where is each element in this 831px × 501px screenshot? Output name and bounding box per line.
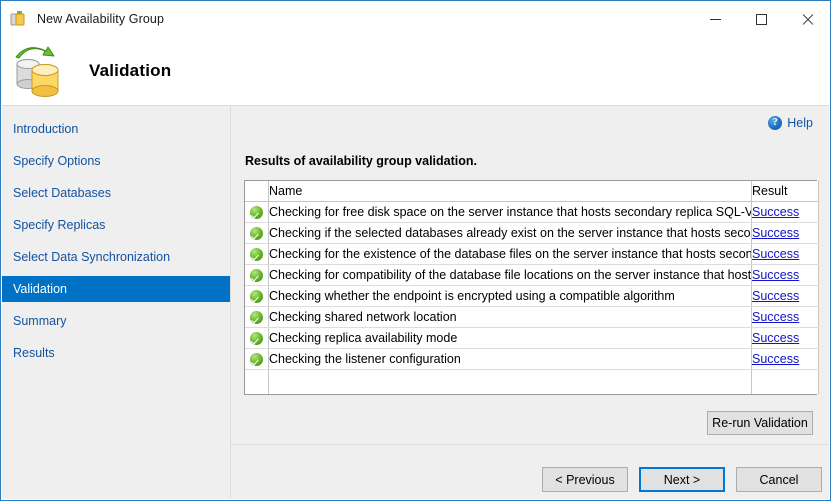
table-empty-row: [245, 370, 819, 395]
result-link[interactable]: Success: [752, 226, 799, 240]
row-result-cell: Success: [752, 223, 819, 244]
result-link[interactable]: Success: [752, 352, 799, 366]
validation-results-grid: Name Result Checking for free disk space…: [244, 180, 817, 395]
help-link[interactable]: ? Help: [768, 116, 813, 130]
sidebar-item-validation[interactable]: Validation: [2, 276, 230, 302]
row-name-cell: Checking if the selected databases alrea…: [269, 223, 752, 244]
empty-status-cell: [245, 370, 269, 395]
result-link[interactable]: Success: [752, 205, 799, 219]
results-section-label: Results of availability group validation…: [245, 154, 477, 168]
maximize-button[interactable]: [738, 1, 784, 37]
table-row[interactable]: Checking for the existence of the databa…: [245, 244, 819, 265]
row-result-cell: Success: [752, 244, 819, 265]
title-bar: New Availability Group: [1, 1, 830, 37]
empty-result-cell: [752, 370, 819, 395]
sidebar-item-results[interactable]: Results: [2, 340, 230, 366]
row-result-cell: Success: [752, 349, 819, 370]
row-status-cell: [245, 349, 269, 370]
sidebar-item-introduction[interactable]: Introduction: [2, 116, 230, 142]
table-header-row: Name Result: [245, 181, 819, 202]
column-header-result[interactable]: Result: [752, 181, 819, 202]
sidebar-item-select-data-synchronization[interactable]: Select Data Synchronization: [2, 244, 230, 270]
previous-button[interactable]: < Previous: [542, 467, 628, 492]
result-link[interactable]: Success: [752, 289, 799, 303]
row-name-cell: Checking replica availability mode: [269, 328, 752, 349]
new-availability-group-dialog: New Availability Group: [0, 0, 831, 501]
result-link[interactable]: Success: [752, 331, 799, 345]
row-result-cell: Success: [752, 202, 819, 223]
success-check-icon: [250, 227, 263, 240]
cancel-button[interactable]: Cancel: [736, 467, 822, 492]
success-check-icon: [250, 290, 263, 303]
row-result-cell: Success: [752, 307, 819, 328]
success-check-icon: [250, 311, 263, 324]
column-header-status[interactable]: [245, 181, 269, 202]
success-check-icon: [250, 206, 263, 219]
row-name-cell: Checking shared network location: [269, 307, 752, 328]
close-icon: [801, 13, 814, 26]
row-status-cell: [245, 223, 269, 244]
help-circle-icon: ?: [768, 116, 782, 130]
row-status-cell: [245, 328, 269, 349]
table-row[interactable]: Checking if the selected databases alrea…: [245, 223, 819, 244]
content-panel: ? Help Results of availability group val…: [230, 105, 829, 499]
row-result-cell: Success: [752, 265, 819, 286]
dialog-footer: < Previous Next > Cancel: [231, 445, 829, 501]
window-title: New Availability Group: [37, 12, 164, 26]
column-header-name[interactable]: Name: [269, 181, 752, 202]
success-check-icon: [250, 332, 263, 345]
result-link[interactable]: Success: [752, 247, 799, 261]
table-row[interactable]: Checking for free disk space on the serv…: [245, 202, 819, 223]
table-row[interactable]: Checking whether the endpoint is encrypt…: [245, 286, 819, 307]
minimize-button[interactable]: [692, 1, 738, 37]
sidebar-item-select-databases[interactable]: Select Databases: [2, 180, 230, 206]
success-check-icon: [250, 269, 263, 282]
availability-group-icon: [10, 10, 28, 28]
row-status-cell: [245, 244, 269, 265]
maximize-icon: [756, 14, 767, 25]
table-row[interactable]: Checking replica availability mode Succe…: [245, 328, 819, 349]
help-label: Help: [787, 116, 813, 130]
row-status-cell: [245, 265, 269, 286]
sidebar-item-summary[interactable]: Summary: [2, 308, 230, 334]
page-title: Validation: [89, 61, 171, 81]
result-link[interactable]: Success: [752, 268, 799, 282]
dialog-header: Validation: [1, 37, 830, 105]
row-name-cell: Checking for the existence of the databa…: [269, 244, 752, 265]
row-result-cell: Success: [752, 328, 819, 349]
row-name-cell: Checking for free disk space on the serv…: [269, 202, 752, 223]
row-name-cell: Checking for compatibility of the databa…: [269, 265, 752, 286]
close-button[interactable]: [784, 1, 830, 37]
row-status-cell: [245, 307, 269, 328]
row-name-cell: Checking the listener configuration: [269, 349, 752, 370]
row-status-cell: [245, 286, 269, 307]
success-check-icon: [250, 353, 263, 366]
window-controls: [692, 1, 830, 37]
success-check-icon: [250, 248, 263, 261]
row-status-cell: [245, 202, 269, 223]
rerun-validation-button[interactable]: Re-run Validation: [707, 411, 813, 435]
row-result-cell: Success: [752, 286, 819, 307]
minimize-icon: [710, 19, 721, 20]
table-row[interactable]: Checking the listener configuration Succ…: [245, 349, 819, 370]
table-row[interactable]: Checking for compatibility of the databa…: [245, 265, 819, 286]
row-name-cell: Checking whether the endpoint is encrypt…: [269, 286, 752, 307]
result-link[interactable]: Success: [752, 310, 799, 324]
wizard-steps-sidebar: Introduction Specify Options Select Data…: [2, 105, 230, 499]
next-button[interactable]: Next >: [639, 467, 725, 492]
database-sync-icon: [9, 42, 71, 100]
sidebar-item-specify-replicas[interactable]: Specify Replicas: [2, 212, 230, 238]
empty-name-cell: [269, 370, 752, 395]
table-row[interactable]: Checking shared network location Success: [245, 307, 819, 328]
sidebar-item-specify-options[interactable]: Specify Options: [2, 148, 230, 174]
